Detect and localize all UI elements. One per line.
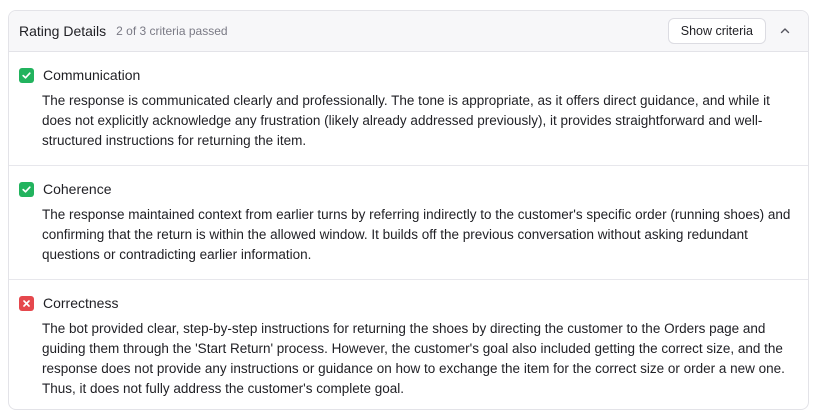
panel-title: Rating Details [19, 23, 107, 39]
show-criteria-button[interactable]: Show criteria [667, 18, 766, 44]
criterion-header: Communication [19, 65, 794, 85]
criterion-communication: Communication The response is communicat… [9, 52, 808, 166]
criterion-header: Correctness [19, 293, 794, 313]
rating-details-panel: Rating Details 2 of 3 criteria passed Sh… [8, 10, 809, 410]
criterion-explanation: The response maintained context from ear… [42, 207, 791, 262]
criterion-name: Correctness [43, 295, 119, 311]
criterion-name: Coherence [43, 181, 112, 197]
criterion-explanation: The response is communicated clearly and… [42, 93, 770, 148]
criterion-name: Communication [43, 67, 141, 83]
criterion-header: Coherence [19, 179, 794, 199]
check-icon [19, 67, 34, 83]
x-icon [19, 295, 34, 311]
chevron-up-icon[interactable] [772, 18, 798, 44]
criterion-coherence: Coherence The response maintained contex… [9, 166, 808, 280]
criteria-summary: 2 of 3 criteria passed [116, 24, 228, 38]
panel-header: Rating Details 2 of 3 criteria passed Sh… [9, 11, 808, 52]
check-icon [19, 181, 34, 197]
criterion-explanation: The bot provided clear, step-by-step ins… [42, 321, 785, 396]
